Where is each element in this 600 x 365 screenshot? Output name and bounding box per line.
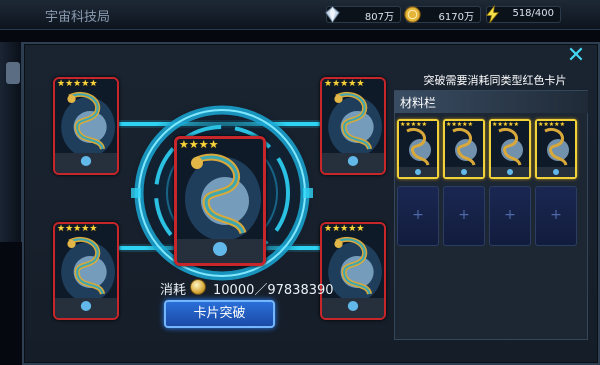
star-icon: ★ (208, 138, 219, 151)
star-rating: ★ ★ ★ ★ ★ (57, 224, 97, 234)
star-icon: ★ (513, 121, 519, 128)
material-panel-title: 材料栏 (400, 96, 437, 110)
golden-dragon-icon (55, 224, 117, 318)
plus-icon: + (458, 207, 470, 223)
star-rating: ★ ★ ★ ★ ★ (538, 121, 565, 128)
star-rating: ★ ★ ★ ★ (179, 139, 219, 151)
star-icon: ★ (356, 79, 365, 89)
star-icon: ★ (65, 224, 74, 234)
star-icon: ★ (57, 224, 66, 234)
star-icon: ★ (332, 224, 341, 234)
ingredient-card-bottom-right[interactable]: ★ ★ ★ ★ ★ (320, 222, 386, 320)
golden-dragon-icon (322, 224, 384, 318)
main-card[interactable]: ★ ★ ★ ★ (174, 136, 266, 266)
plus-icon: + (504, 207, 516, 223)
star-rating: ★ ★ ★ ★ ★ (57, 79, 97, 89)
star-icon: ★ (324, 224, 333, 234)
star-icon: ★ (198, 138, 209, 151)
golden-dragon-icon (177, 139, 263, 263)
golden-dragon-icon (399, 121, 437, 177)
star-icon: ★ (332, 79, 341, 89)
plus-icon: + (550, 207, 562, 223)
breakthrough-hint: 突破需要消耗同类型红色卡片 (423, 74, 567, 87)
star-icon: ★ (559, 121, 565, 128)
star-rating: ★ ★ ★ ★ ★ (324, 79, 364, 89)
star-rating: ★ ★ ★ ★ ★ (324, 224, 364, 234)
golden-dragon-icon (445, 121, 483, 177)
ingredient-card-top-left[interactable]: ★ ★ ★ ★ ★ (53, 77, 119, 175)
card-breakthrough-button[interactable]: 卡片突破 (164, 300, 275, 328)
star-icon: ★ (179, 138, 189, 151)
star-icon: ★ (421, 121, 427, 128)
star-rating: ★ ★ ★ ★ ★ (400, 121, 427, 128)
material-slot-empty[interactable]: + (397, 186, 439, 246)
plus-icon: + (412, 207, 424, 223)
golden-dragon-icon (491, 121, 529, 177)
ingredient-card-bottom-left[interactable]: ★ ★ ★ ★ ★ (53, 222, 119, 320)
star-rating: ★ ★ ★ ★ ★ (446, 121, 473, 128)
cost-label: 消耗 (160, 283, 187, 298)
star-icon: ★ (89, 79, 98, 89)
star-icon: ★ (188, 138, 199, 151)
close-icon[interactable]: ✕ (565, 45, 587, 68)
star-rating: ★ ★ ★ ★ ★ (492, 121, 519, 128)
material-slot-empty[interactable]: + (443, 186, 485, 246)
golden-dragon-icon (55, 79, 117, 173)
cost-value: 10000／97838390 (213, 283, 334, 298)
star-icon: ★ (467, 121, 473, 128)
star-icon: ★ (65, 79, 74, 89)
star-icon: ★ (356, 224, 365, 234)
golden-dragon-icon (537, 121, 575, 177)
material-slot-filled[interactable]: ★ ★ ★ ★ ★ (397, 119, 439, 179)
star-icon: ★ (57, 79, 66, 89)
star-icon: ★ (324, 79, 333, 89)
material-panel-header: 材料栏 (394, 91, 588, 113)
material-slot-empty[interactable]: + (535, 186, 577, 246)
star-icon: ★ (89, 224, 98, 234)
ingredient-card-top-right[interactable]: ★ ★ ★ ★ ★ (320, 77, 386, 175)
material-slot-empty[interactable]: + (489, 186, 531, 246)
golden-dragon-icon (322, 79, 384, 173)
gold-coin-icon (190, 279, 206, 295)
material-slot-filled[interactable]: ★ ★ ★ ★ ★ (535, 119, 577, 179)
material-slot-filled[interactable]: ★ ★ ★ ★ ★ (443, 119, 485, 179)
material-slot-filled[interactable]: ★ ★ ★ ★ ★ (489, 119, 531, 179)
